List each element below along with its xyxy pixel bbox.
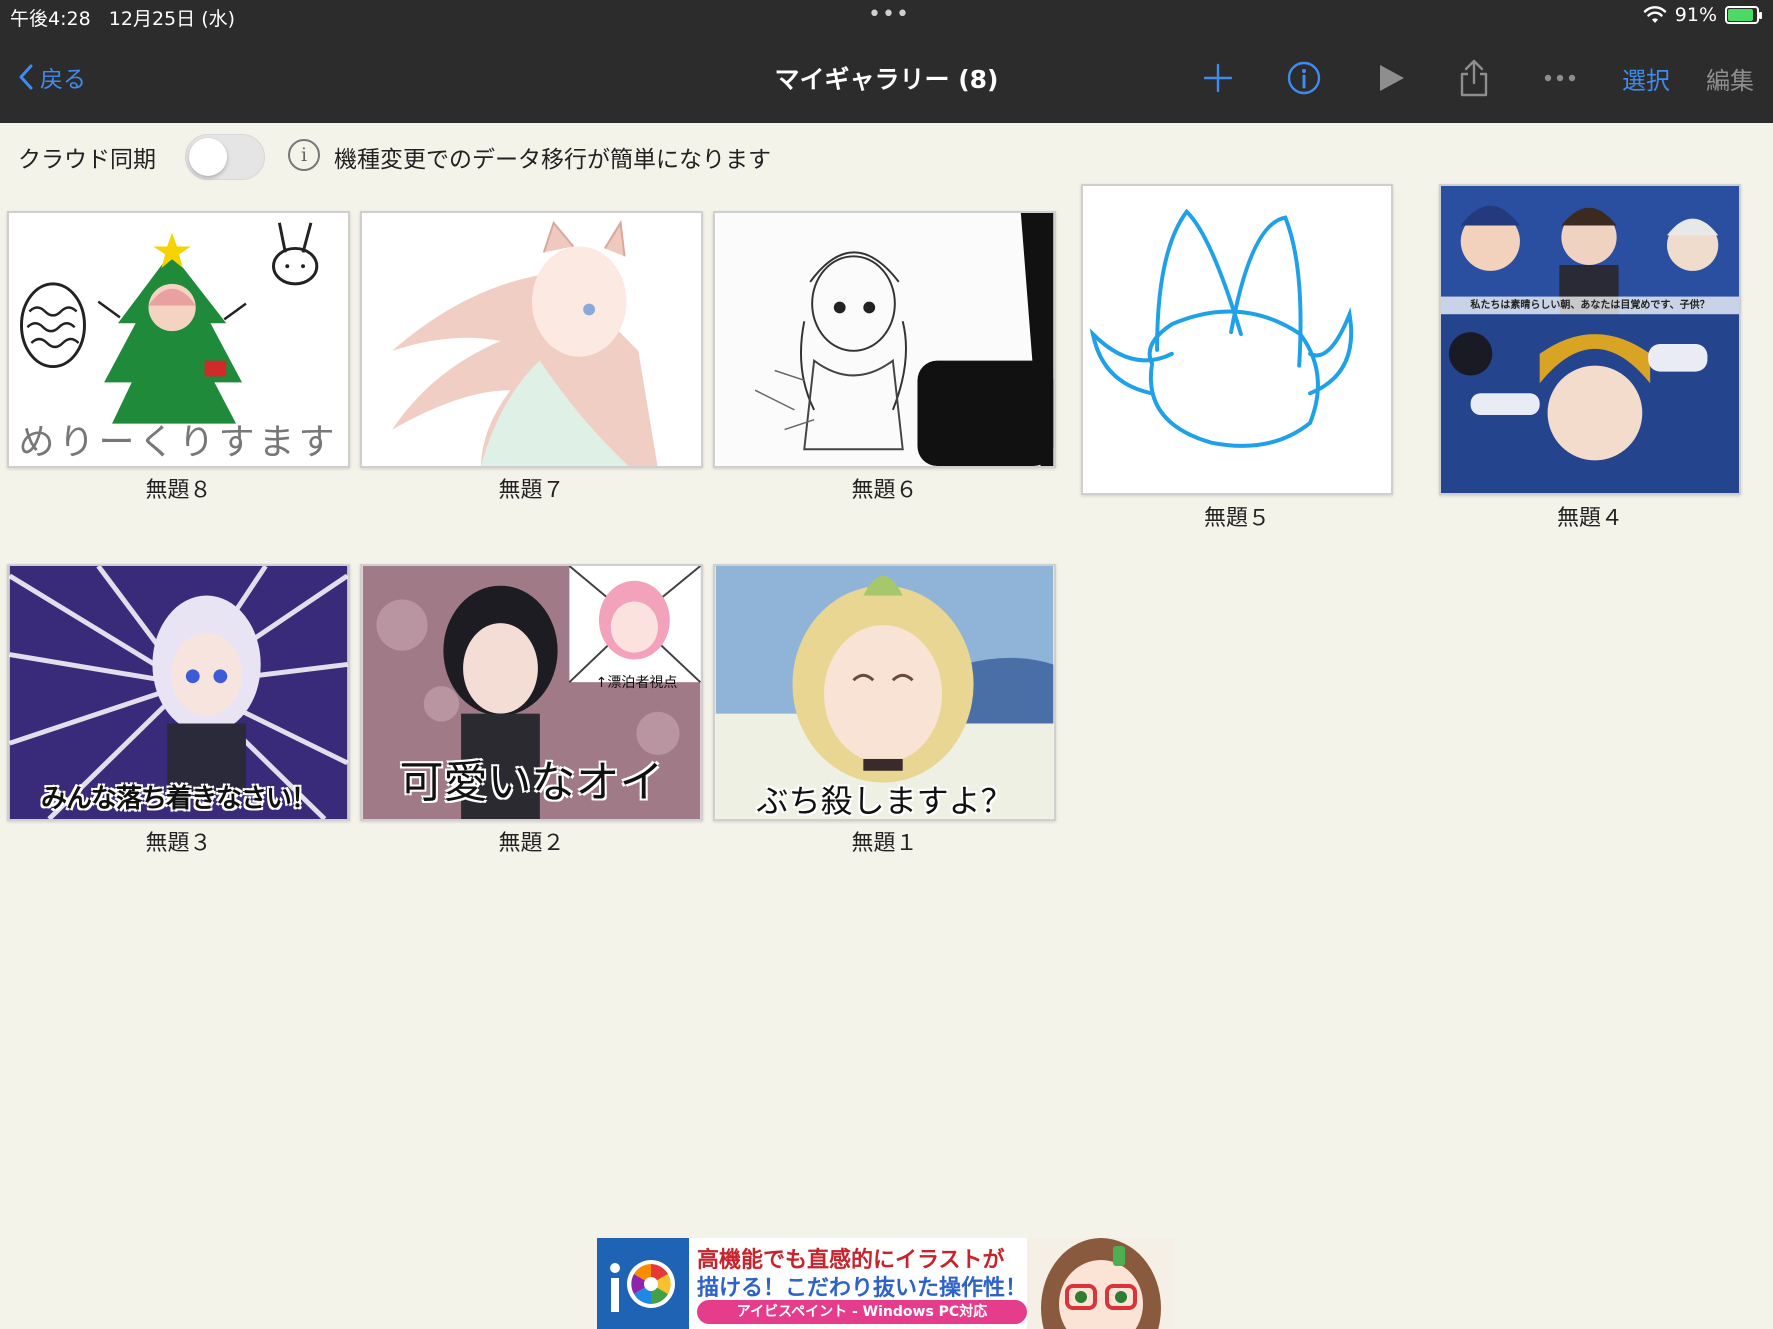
wifi-icon — [1643, 6, 1666, 23]
chevron-left-icon — [19, 64, 33, 90]
cloud-sync-info-text: 機種変更でのデータ移行が簡単になります — [334, 147, 771, 173]
status-time-text: 午後4:28 — [10, 8, 91, 30]
ad-subheadline: 描ける！こだわり抜いた操作性！ — [697, 1276, 1028, 1301]
status-date-text: 12月25日 (水) — [108, 8, 236, 30]
gallery-thumbnail-3[interactable]: みんな落ち着きなさい！ — [7, 564, 350, 821]
gallery-caption-2: 無題２ — [498, 831, 565, 856]
pencil-sketch-girl — [715, 213, 1054, 466]
cloud-sync-toggle[interactable] — [185, 134, 265, 180]
gallery-caption-4: 無題４ — [1556, 506, 1623, 531]
info-button[interactable] — [1284, 58, 1324, 98]
cloud-sync-row: クラウド同期 i 機種変更でのデータ移行が簡単になります — [0, 124, 1773, 188]
back-label: 戻る — [40, 67, 86, 93]
gallery-thumbnail-7[interactable] — [360, 211, 703, 468]
overlay-subtext: ↑漂泊者視点 — [595, 675, 678, 691]
more-icon — [1544, 74, 1576, 82]
overlay-caption: みんな落ち着きなさい！ — [40, 784, 317, 814]
info-icon — [1287, 61, 1321, 95]
overlay-caption: 私たちは素晴らしい朝、あなたは目覚めです、子供？ — [1470, 300, 1710, 311]
gallery-thumbnail-8[interactable]: めりーくりすます — [7, 211, 350, 468]
gallery-thumbnail-1[interactable]: ぶち殺しますよ？ — [713, 564, 1056, 821]
battery-percent: 91% — [1674, 4, 1717, 26]
ad-character-illustration — [1027, 1238, 1175, 1329]
gallery-thumbnail-4[interactable]: 私たちは素晴らしい朝、あなたは目覚めです、子供？ — [1439, 184, 1741, 495]
gallery-caption-5: 無題５ — [1203, 506, 1270, 531]
page-title: マイギャラリー (8) — [774, 65, 999, 94]
ad-tagline: アイビスペイント - Windows PC対応 — [697, 1300, 1027, 1324]
play-button[interactable] — [1372, 58, 1412, 98]
toggle-knob — [189, 138, 227, 176]
game-collage — [1441, 186, 1739, 493]
share-icon — [1460, 59, 1488, 97]
more-button[interactable] — [1538, 58, 1582, 98]
status-time: 午後4:28 12月25日 (水) — [10, 4, 235, 31]
battery-icon — [1725, 6, 1762, 24]
select-button[interactable]: 選択 — [1618, 58, 1674, 98]
gallery-thumbnail-5[interactable] — [1081, 184, 1393, 495]
long-hair-girl-sketch — [362, 213, 701, 466]
status-right: 91% — [1643, 4, 1762, 26]
plus-icon — [1203, 63, 1233, 93]
gallery-caption-1: 無題１ — [851, 831, 918, 856]
gallery-thumbnail-6[interactable] — [713, 211, 1056, 468]
drawn-text: めりーくりすます — [18, 422, 339, 463]
play-icon — [1380, 65, 1404, 91]
gallery-caption-3: 無題３ — [145, 831, 212, 856]
overlay-caption: ぶち殺しますよ？ — [756, 782, 1013, 820]
multitasking-dots[interactable]: ••• — [868, 2, 910, 27]
back-button[interactable]: 戻る — [18, 60, 86, 94]
info-icon[interactable]: i — [288, 139, 320, 171]
gallery-caption-8: 無題８ — [145, 478, 212, 503]
blue-cat-drawing — [1083, 186, 1391, 493]
edit-button[interactable]: 編集 — [1702, 58, 1758, 98]
ad-banner[interactable]: 高機能でも直感的にイラストが 描ける！こだわり抜いた操作性！ アイビスペイント … — [597, 1238, 1175, 1329]
battery-level — [1728, 9, 1753, 21]
gallery-caption-6: 無題６ — [851, 478, 918, 503]
add-button[interactable] — [1198, 58, 1238, 98]
gallery-caption-7: 無題７ — [498, 478, 565, 503]
ibispaint-logo — [597, 1238, 689, 1329]
share-button[interactable] — [1454, 58, 1494, 98]
cloud-sync-label: クラウド同期 — [18, 147, 156, 173]
gallery-thumbnail-2[interactable]: ↑漂泊者視点 可愛いなオイ — [360, 564, 703, 821]
overlay-caption: 可愛いなオイ — [399, 757, 664, 808]
top-bar: 午後4:28 12月25日 (水) ••• 91% 戻る マイギャラリー (8) — [0, 0, 1773, 123]
